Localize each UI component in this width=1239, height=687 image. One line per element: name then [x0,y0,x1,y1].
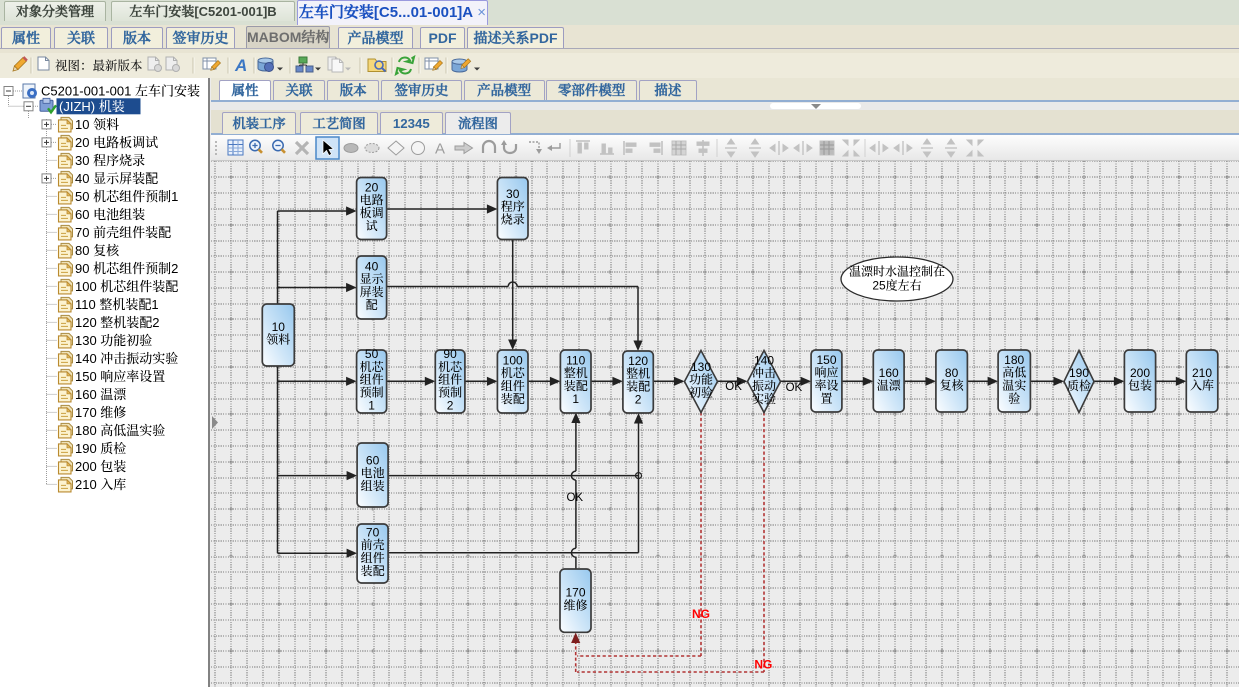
svg-text:2: 2 [447,399,454,413]
svg-text:100: 100 [503,353,523,367]
svg-text:高低: 高低 [1002,365,1026,380]
svg-text:组件: 组件 [361,550,385,565]
svg-text:烧录: 烧录 [501,212,525,227]
svg-text:180: 180 [1004,353,1024,367]
svg-text:C5201-001-001 左车门安装: C5201-001-001 左车门安装 [41,84,200,99]
svg-text:40: 40 [365,259,379,273]
svg-text:2: 2 [635,393,642,407]
svg-text:试: 试 [366,218,378,233]
svg-text:振动: 振动 [752,378,776,393]
svg-text:190: 190 [1069,366,1089,380]
svg-text:电路: 电路 [360,192,384,207]
svg-text:温漂时水温控制在: 温漂时水温控制在 [849,264,945,279]
svg-text:前壳: 前壳 [361,538,385,552]
svg-text:装配: 装配 [361,563,385,578]
svg-text:90 机芯组件预制2: 90 机芯组件预制2 [75,261,178,276]
svg-text:温漂: 温漂 [877,379,902,393]
svg-text:40 显示屏装配: 40 显示屏装配 [75,171,158,186]
svg-text:1: 1 [572,392,579,406]
svg-text:复核: 复核 [940,378,965,393]
svg-text:组装: 组装 [361,478,385,493]
svg-text:60 电池组装: 60 电池组装 [75,207,145,222]
svg-text:80 复核: 80 复核 [75,243,120,258]
svg-text:170: 170 [565,585,585,599]
svg-text:OK: OK [725,381,742,393]
svg-text:率设: 率设 [814,378,838,393]
svg-text:50 机芯组件预制1: 50 机芯组件预制1 [75,189,178,204]
svg-text:机芯: 机芯 [501,365,526,380]
svg-text:140: 140 [754,353,774,367]
svg-text:预制: 预制 [360,385,384,400]
svg-text:程序: 程序 [501,199,525,214]
svg-text:机芯: 机芯 [438,359,463,374]
svg-text:30: 30 [506,187,520,201]
svg-text:150: 150 [816,353,836,367]
svg-text:120 整机装配2: 120 整机装配2 [75,315,160,330]
svg-text:响应: 响应 [814,365,838,380]
svg-text:150 响应率设置: 150 响应率设置 [75,369,165,384]
svg-text:初验: 初验 [689,385,713,400]
svg-text:置: 置 [820,392,832,406]
svg-text:预制: 预制 [438,385,462,400]
svg-text:200 包装: 200 包装 [75,459,126,474]
svg-text:(JIZH) 机装: (JIZH) 机装 [59,99,125,114]
svg-text:组件: 组件 [438,372,462,387]
svg-text:10 领料: 10 领料 [75,117,119,132]
svg-text:组件: 组件 [360,372,384,387]
svg-text:实验: 实验 [752,391,776,406]
svg-text:20 电路板调试: 20 电路板调试 [75,135,158,150]
svg-text:装配: 装配 [501,391,525,406]
svg-text:整机: 整机 [564,365,588,380]
svg-text:包装: 包装 [1128,378,1152,393]
svg-text:25度左右: 25度左右 [872,278,921,293]
svg-text:视图：最新版本: 视图：最新版本 [55,58,143,73]
svg-text:OK: OK [566,492,583,504]
svg-text:20: 20 [365,180,379,194]
svg-text:130: 130 [691,360,711,374]
svg-text:装配: 装配 [564,378,588,393]
svg-text:冲击: 冲击 [752,365,776,380]
svg-text:整机: 整机 [626,366,650,381]
svg-text:170 维修: 170 维修 [75,405,126,420]
svg-text:配: 配 [366,298,378,312]
svg-text:机芯: 机芯 [360,359,385,374]
svg-text:质检: 质检 [1067,378,1091,393]
svg-text:维修: 维修 [563,597,587,612]
svg-text:电池: 电池 [361,465,385,480]
svg-text:显示: 显示 [360,272,385,286]
svg-text:160 温漂: 160 温漂 [75,387,127,402]
svg-text:100 机芯组件装配: 100 机芯组件装配 [75,279,178,294]
svg-text:组件: 组件 [501,378,525,393]
svg-text:板调: 板调 [360,205,384,220]
svg-text:温实: 温实 [1002,378,1026,393]
svg-text:140 冲击振动实验: 140 冲击振动实验 [75,351,178,366]
svg-text:NG: NG [754,658,772,672]
svg-text:屏装: 屏装 [360,284,384,299]
svg-text:1: 1 [368,399,375,413]
svg-text:功能: 功能 [689,372,713,387]
svg-text:110: 110 [566,353,585,367]
svg-text:A: A [435,141,445,158]
svg-text:OK: OK [786,382,803,394]
svg-text:装配: 装配 [626,379,650,394]
svg-text:190 质检: 190 质检 [75,441,126,456]
svg-text:180 高低温实验: 180 高低温实验 [75,423,165,438]
svg-text:70 前壳组件装配: 70 前壳组件装配 [75,225,171,240]
svg-text:50: 50 [365,347,379,361]
svg-text:130 功能初验: 130 功能初验 [75,333,152,348]
svg-text:领料: 领料 [266,332,290,347]
svg-text:210 入库: 210 入库 [75,477,126,492]
svg-text:110 整机装配1: 110 整机装配1 [75,297,159,312]
svg-text:验: 验 [1008,391,1020,406]
svg-text:NG: NG [692,607,710,621]
svg-text:60: 60 [366,453,380,467]
svg-text:120: 120 [628,354,648,368]
svg-text:入库: 入库 [1190,379,1214,393]
svg-text:30 程序烧录: 30 程序烧录 [75,153,145,168]
svg-text:90: 90 [443,347,457,361]
svg-text:A: A [234,56,247,75]
